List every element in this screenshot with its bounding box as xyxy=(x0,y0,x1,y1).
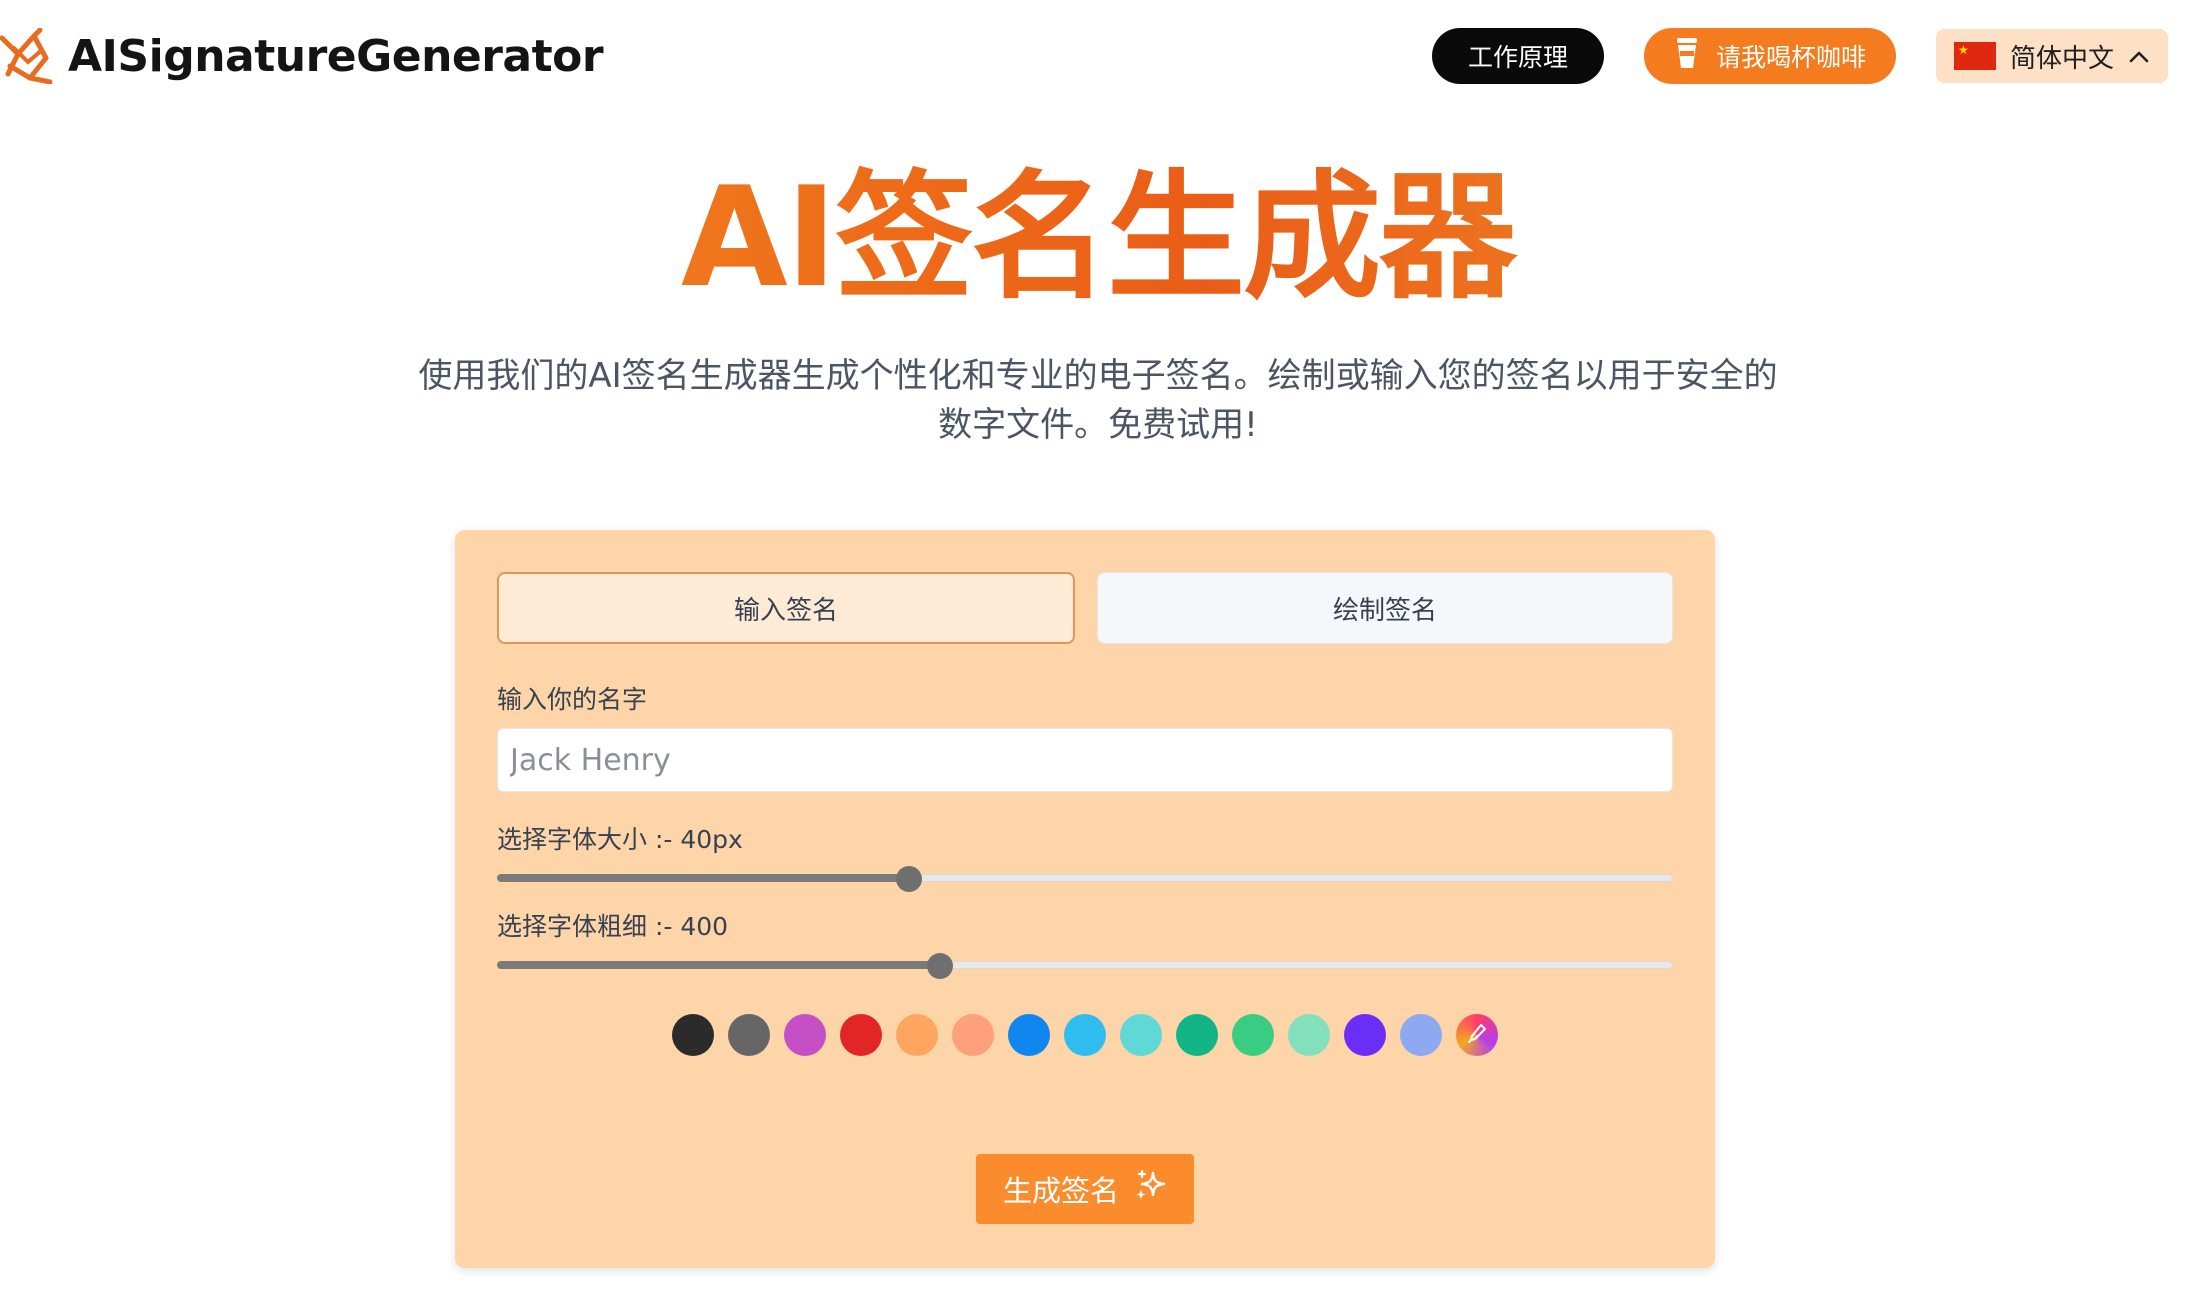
color-swatch-14[interactable] xyxy=(1400,1014,1442,1056)
color-swatch-4[interactable] xyxy=(840,1014,882,1056)
china-flag-icon: ★ xyxy=(1953,42,1996,70)
chevron-up-icon xyxy=(2128,41,2150,71)
font-weight-thumb[interactable] xyxy=(927,953,954,979)
page: AISignatureGenerator 工作原理 请我喝杯咖啡 ★ 简体中文 xyxy=(0,0,2196,1304)
color-swatch-3[interactable] xyxy=(784,1014,826,1056)
logo-icon xyxy=(0,28,54,84)
font-weight-label: 选择字体粗细 :- 400 xyxy=(497,912,729,941)
page-subtitle: 使用我们的AI签名生成器生成个性化和专业的电子签名。绘制或输入您的签名以用于安全… xyxy=(418,356,1778,445)
signature-mode-tabs: 输入签名 绘制签名 xyxy=(497,572,1673,644)
language-label: 简体中文 xyxy=(2009,43,2114,74)
font-size-thumb[interactable] xyxy=(895,866,922,892)
signature-card: 输入签名 绘制签名 输入你的名字 选择字体大小 :- 40px 选择字体粗细 :… xyxy=(455,530,1715,1268)
header-nav: 工作原理 请我喝杯咖啡 ★ 简体中文 xyxy=(1431,28,2168,84)
color-swatch-13[interactable] xyxy=(1344,1014,1386,1056)
buy-coffee-button[interactable]: 请我喝杯咖啡 xyxy=(1643,28,1896,84)
color-swatch-9[interactable] xyxy=(1120,1014,1162,1056)
font-size-fill xyxy=(497,874,909,882)
color-swatch-6[interactable] xyxy=(952,1014,994,1056)
color-swatch-8[interactable] xyxy=(1064,1014,1106,1056)
buy-coffee-label: 请我喝杯咖啡 xyxy=(1715,43,1866,72)
tab-type-signature[interactable]: 输入签名 xyxy=(497,572,1075,644)
font-size-slider[interactable] xyxy=(497,866,1673,892)
custom-color-picker[interactable] xyxy=(1456,1014,1498,1056)
color-swatch-2[interactable] xyxy=(728,1014,770,1056)
page-title: AI签名生成器 xyxy=(0,158,2196,318)
color-swatch-12[interactable] xyxy=(1288,1014,1330,1056)
font-weight-slider[interactable] xyxy=(497,953,1673,979)
generate-signature-label: 生成签名 xyxy=(1002,1174,1119,1208)
eyedropper-icon xyxy=(1466,1022,1488,1048)
font-size-label: 选择字体大小 :- 40px xyxy=(497,825,743,854)
font-weight-fill xyxy=(497,961,941,969)
color-swatch-5[interactable] xyxy=(896,1014,938,1056)
how-it-works-button[interactable]: 工作原理 xyxy=(1431,28,1604,84)
color-swatch-1[interactable] xyxy=(672,1014,714,1056)
brand-name: AISignatureGenerator xyxy=(68,30,604,82)
name-input[interactable] xyxy=(497,728,1673,792)
sparkles-icon xyxy=(1133,1169,1167,1210)
brand[interactable]: AISignatureGenerator xyxy=(0,28,604,84)
header: AISignatureGenerator 工作原理 请我喝杯咖啡 ★ 简体中文 xyxy=(0,0,2196,112)
coffee-cup-icon xyxy=(1674,36,1700,76)
color-swatch-7[interactable] xyxy=(1008,1014,1050,1056)
name-label: 输入你的名字 xyxy=(497,685,648,714)
color-swatches xyxy=(455,1014,1715,1056)
generate-signature-button[interactable]: 生成签名 xyxy=(976,1154,1194,1224)
color-swatch-11[interactable] xyxy=(1232,1014,1274,1056)
language-selector[interactable]: ★ 简体中文 xyxy=(1935,29,2168,83)
color-swatch-10[interactable] xyxy=(1176,1014,1218,1056)
tab-draw-signature[interactable]: 绘制签名 xyxy=(1097,572,1673,644)
